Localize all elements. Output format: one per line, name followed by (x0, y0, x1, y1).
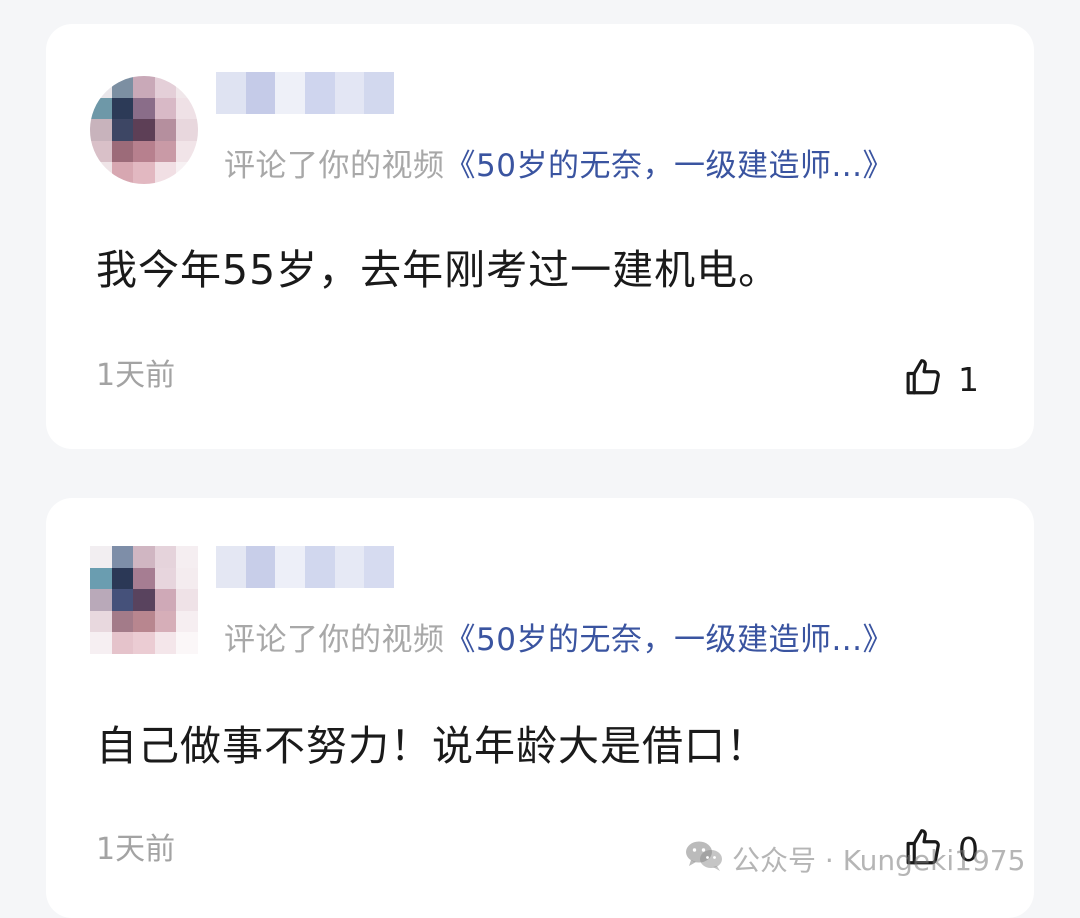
comment-time: 1天前 (96, 358, 176, 393)
comment-card[interactable]: 评论了你的视频《50岁的无奈，一级建造师...》 我今年55岁，去年刚考过一建机… (46, 24, 1034, 449)
wechat-icon (684, 838, 732, 879)
comment-time: 1天前 (96, 832, 176, 867)
like-button[interactable]: 1 (902, 356, 979, 402)
action-text: 评论了你的视频 (224, 148, 445, 184)
comment-subtitle: 评论了你的视频《50岁的无奈，一级建造师...》 (224, 140, 894, 185)
comment-subtitle: 评论了你的视频《50岁的无奈，一级建造师...》 (224, 614, 894, 659)
username-blurred[interactable] (216, 546, 394, 588)
username-blurred[interactable] (216, 72, 394, 114)
video-title-link[interactable]: 《50岁的无奈，一级建造师...》 (445, 148, 895, 184)
comment-text: 我今年55岁，去年刚考过一建机电。 (96, 246, 781, 294)
action-text: 评论了你的视频 (224, 622, 445, 658)
like-count: 1 (958, 359, 979, 399)
watermark: 公众号 · Kungeki1975 (684, 838, 1025, 879)
avatar[interactable] (90, 76, 198, 184)
watermark-label: 公众号 · Kungeki1975 (732, 843, 1026, 877)
comment-text: 自己做事不努力！说年龄大是借口！ (96, 722, 768, 770)
avatar[interactable] (90, 546, 198, 654)
thumbs-up-icon (902, 356, 944, 402)
video-title-link[interactable]: 《50岁的无奈，一级建造师...》 (445, 622, 895, 658)
